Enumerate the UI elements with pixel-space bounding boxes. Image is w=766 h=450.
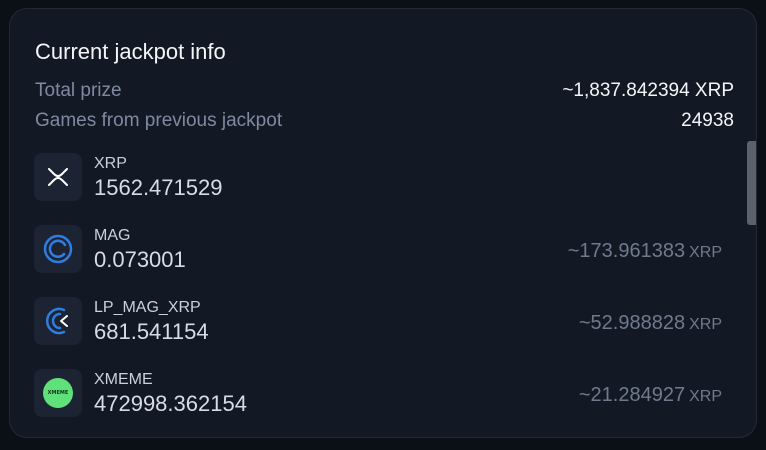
token-amount: 681.541154	[94, 319, 209, 344]
token-xrp-value: ~173.961383 XRP	[568, 239, 722, 265]
token-converted-amount: ~21.284927	[578, 384, 686, 406]
token-converted-unit: XRP	[689, 244, 722, 261]
token-symbol: MAG	[94, 227, 131, 244]
games-from-previous-row: Games from previous jackpot 24938	[35, 108, 734, 134]
token-symbol: XRP	[94, 155, 127, 172]
token-converted-amount: ~173.961383	[567, 240, 686, 262]
token-converted-unit: XRP	[689, 316, 722, 333]
token-row-xmeme: XMEME XMEME 472998.362154 ~21.284927 XRP	[34, 369, 724, 419]
token-amount: 1562.471529	[94, 175, 223, 200]
games-label: Games from previous jackpot	[35, 110, 283, 131]
token-row-mag: MAG 0.073001 ~173.961383 XRP	[34, 225, 724, 275]
token-amount: 0.073001	[94, 247, 186, 272]
token-symbol: XMEME	[94, 371, 153, 388]
xmeme-icon: XMEME	[34, 369, 82, 417]
total-prize-value: ~1,837.842394 XRP	[562, 80, 734, 101]
mag-icon	[34, 225, 82, 273]
total-prize-label: Total prize	[35, 80, 122, 101]
token-amount: 472998.362154	[94, 391, 247, 416]
xrp-icon	[34, 153, 82, 201]
scrollbar-thumb[interactable]	[747, 141, 756, 225]
lp-mag-xrp-icon	[34, 297, 82, 345]
xmeme-logo-text: XMEME	[43, 378, 73, 408]
total-prize-row: Total prize ~1,837.842394 XRP	[35, 78, 734, 104]
token-converted-unit: XRP	[689, 388, 722, 405]
token-list[interactable]: XRP 1562.471529 MAG 0.073001 ~173.961383…	[10, 145, 756, 437]
games-value: 24938	[681, 110, 734, 131]
card-title: Current jackpot info	[35, 39, 226, 64]
token-xrp-value: ~52.988828 XRP	[579, 311, 722, 337]
token-converted-amount: ~52.988828	[578, 312, 686, 334]
token-symbol: LP_MAG_XRP	[94, 299, 201, 316]
token-row-xrp: XRP 1562.471529	[34, 153, 724, 203]
token-xrp-value: ~21.284927 XRP	[579, 383, 722, 409]
jackpot-info-card: Current jackpot info Total prize ~1,837.…	[9, 8, 757, 438]
token-row-lp-mag-xrp: LP_MAG_XRP 681.541154 ~52.988828 XRP	[34, 297, 724, 347]
